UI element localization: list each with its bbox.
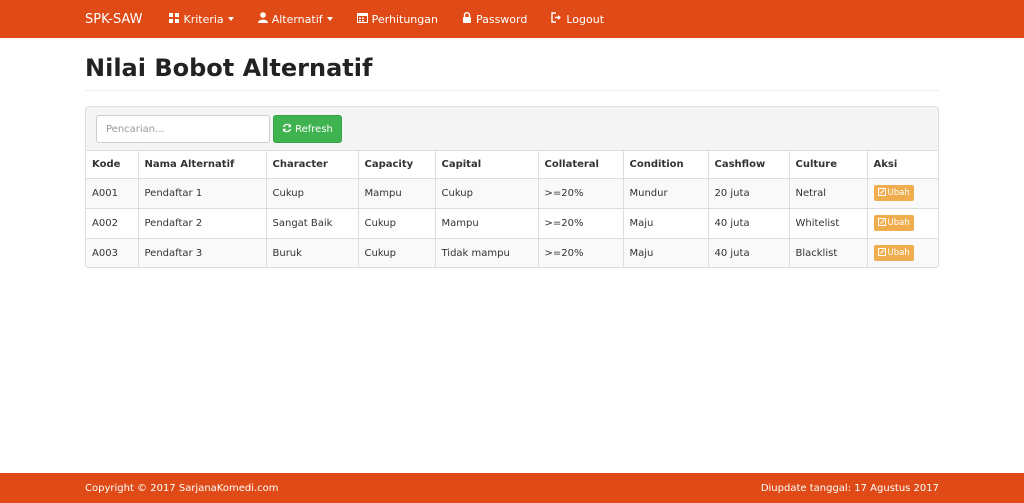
col-header-capacity: Capacity: [357, 151, 435, 179]
ubah-button[interactable]: Ubah: [873, 245, 914, 262]
edit-icon: [877, 217, 888, 229]
nav-alternatif[interactable]: Alternatif: [246, 0, 345, 38]
cell-kode: A002: [86, 208, 138, 239]
cell-aksi: Ubah: [866, 178, 938, 209]
cell-culture: Whitelist: [788, 208, 867, 239]
cell-aksi: Ubah: [866, 208, 938, 239]
col-header-cashflow: Cashflow: [707, 151, 789, 179]
nav-logout-label: Logout: [566, 12, 605, 26]
cell-capital: Tidak mampu: [434, 238, 538, 267]
footer-copyright: Copyright © 2017 SarjanaKomedi.com: [85, 482, 279, 494]
col-header-capital: Capital: [434, 151, 538, 179]
cell-capital: Mampu: [434, 208, 538, 239]
cell-nama: Pendaftar 3: [137, 238, 266, 267]
nav-password[interactable]: Password: [450, 0, 539, 38]
cell-capacity: Cukup: [357, 238, 435, 267]
cell-condition: Maju: [622, 208, 708, 239]
lock-icon: [462, 12, 476, 26]
cell-cashflow: 40 juta: [707, 238, 789, 267]
cell-aksi: Ubah: [866, 238, 938, 267]
page-title: Nilai Bobot Alternatif: [85, 54, 373, 82]
cell-nama: Pendaftar 2: [137, 208, 266, 239]
grid-icon: [169, 12, 183, 26]
ubah-button[interactable]: Ubah: [873, 185, 914, 201]
col-header-kode: Kode: [86, 151, 138, 179]
col-header-nama: Nama Alternatif: [137, 151, 266, 179]
cell-capacity: Cukup: [357, 208, 435, 239]
cell-condition: Mundur: [622, 178, 708, 209]
nav-alternatif-label: Alternatif: [271, 12, 323, 26]
col-header-aksi: Aksi: [866, 151, 938, 179]
nav-perhitungan[interactable]: Perhitungan: [345, 0, 450, 38]
footer: Copyright © 2017 SarjanaKomedi.com Diupd…: [0, 473, 1024, 503]
ubah-button-label: Ubah: [887, 248, 910, 259]
footer-updated: Diupdate tanggal: 17 Agustus 2017: [760, 482, 939, 494]
ubah-button[interactable]: Ubah: [873, 215, 914, 231]
refresh-icon: [282, 123, 295, 136]
cell-collateral: >=20%: [537, 178, 623, 209]
search-input[interactable]: [96, 115, 270, 143]
col-header-condition: Condition: [622, 151, 708, 179]
cell-character: Sangat Baik: [265, 208, 358, 239]
cell-cashflow: 20 juta: [707, 178, 789, 209]
chevron-down-icon: [227, 17, 234, 21]
chevron-down-icon: [326, 17, 333, 21]
edit-icon: [877, 247, 888, 259]
cell-culture: Blacklist: [788, 238, 867, 267]
calendar-icon: [356, 12, 372, 26]
ubah-button-label: Ubah: [887, 188, 910, 198]
ubah-button-label: Ubah: [887, 218, 910, 228]
logout-icon: [551, 12, 566, 26]
nav-password-label: Password: [475, 12, 528, 26]
navbar: SPK-SAW Kriteria Alternatif Perhitungan …: [0, 0, 1024, 38]
cell-kode: A003: [86, 238, 138, 267]
table-header-row: Kode Nama Alternatif Character Capacity …: [86, 151, 938, 179]
title-divider: [85, 90, 939, 91]
cell-condition: Maju: [622, 238, 708, 267]
edit-icon: [877, 187, 888, 199]
table-row: A003 Pendaftar 3 Buruk Cukup Tidak mampu…: [86, 238, 938, 267]
col-header-culture: Culture: [788, 151, 867, 179]
col-header-character: Character: [265, 151, 358, 179]
cell-capital: Cukup: [434, 178, 538, 209]
col-header-collateral: Collateral: [537, 151, 623, 179]
user-icon: [257, 12, 272, 26]
nav-kriteria-label: Kriteria: [183, 12, 224, 26]
cell-collateral: >=20%: [537, 208, 623, 239]
nav-perhitungan-label: Perhitungan: [371, 12, 438, 26]
table-row: A002 Pendaftar 2 Sangat Baik Cukup Mampu…: [86, 208, 938, 239]
cell-nama: Pendaftar 1: [137, 178, 266, 209]
alternatif-table: Kode Nama Alternatif Character Capacity …: [86, 151, 938, 267]
nav-logout[interactable]: Logout: [539, 0, 616, 38]
cell-kode: A001: [86, 178, 138, 209]
brand-link[interactable]: SPK-SAW: [85, 12, 142, 27]
cell-cashflow: 40 juta: [707, 208, 789, 239]
cell-character: Cukup: [265, 178, 358, 209]
refresh-button-label: Refresh: [295, 123, 333, 135]
data-panel: Refresh Kode Nama Alternatif Character C…: [85, 106, 939, 268]
cell-capacity: Mampu: [357, 178, 435, 209]
nav-kriteria[interactable]: Kriteria: [157, 0, 245, 38]
refresh-button[interactable]: Refresh: [273, 115, 342, 143]
panel-toolbar: Refresh: [86, 107, 938, 151]
cell-collateral: >=20%: [537, 238, 623, 267]
table-row: A001 Pendaftar 1 Cukup Mampu Cukup >=20%…: [86, 178, 938, 209]
cell-character: Buruk: [265, 238, 358, 267]
cell-culture: Netral: [788, 178, 867, 209]
